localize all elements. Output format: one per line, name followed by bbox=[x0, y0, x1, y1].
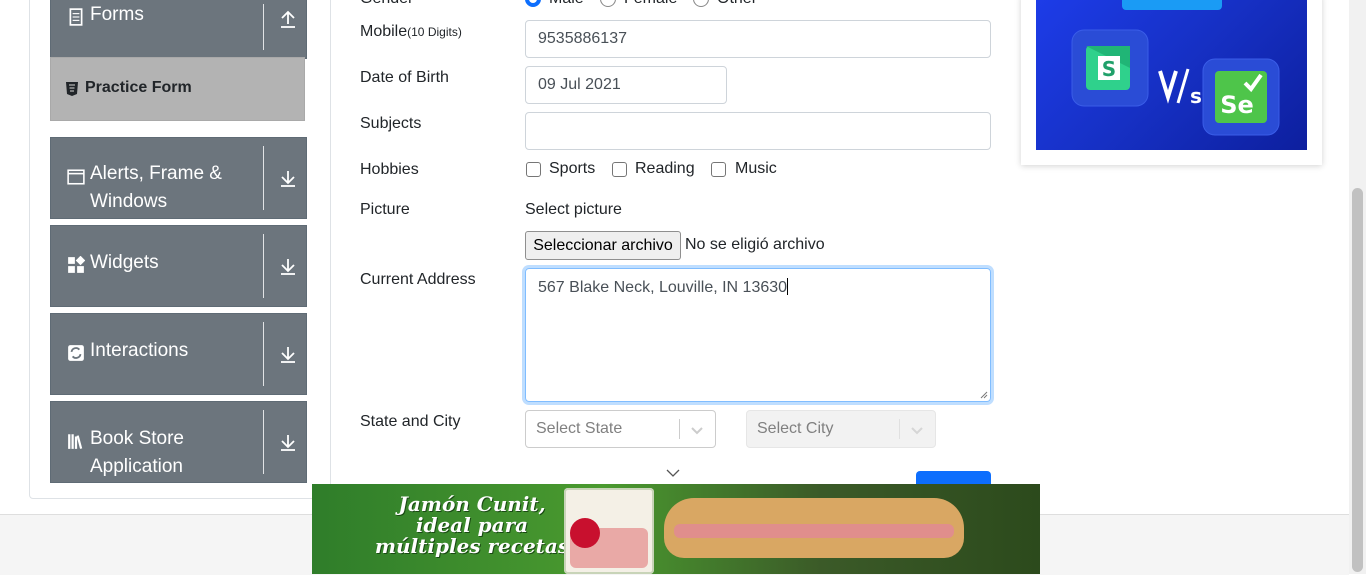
city-placeholder: Select City bbox=[757, 420, 834, 437]
divider bbox=[263, 410, 264, 474]
collapse-up-icon[interactable] bbox=[279, 9, 297, 29]
sandwich-image bbox=[664, 498, 964, 558]
mobile-value: 9535886137 bbox=[538, 30, 627, 47]
city-select[interactable]: Select City bbox=[746, 410, 936, 448]
address-value: 567 Blake Neck, Louville, IN 13630 bbox=[538, 279, 788, 296]
select-picture-text: Select picture bbox=[525, 201, 622, 218]
svg-text:Se: Se bbox=[1220, 91, 1254, 119]
hobby-reading-checkbox[interactable] bbox=[612, 162, 627, 177]
current-address-textarea[interactable]: 567 Blake Neck, Louville, IN 13630 bbox=[525, 268, 991, 402]
gender-radio-male[interactable] bbox=[525, 0, 541, 7]
selenium-logo-icon: Se bbox=[1202, 58, 1280, 136]
choose-file-button[interactable]: Seleccionar archivo bbox=[525, 231, 681, 260]
jamon-cunit-ad-banner[interactable]: Jamón Cunit, ideal para múltiples receta… bbox=[312, 484, 1040, 574]
divider bbox=[679, 419, 680, 439]
current-address-label: Current Address bbox=[360, 271, 476, 288]
mobile-label-text: Mobile bbox=[360, 23, 408, 40]
text-caret bbox=[787, 278, 789, 295]
sidebar-group-label: Forms bbox=[90, 4, 144, 25]
html5-icon bbox=[66, 82, 78, 96]
katalon-logo-icon: S bbox=[1071, 29, 1149, 107]
dob-label: Date of Birth bbox=[360, 69, 449, 86]
subjects-label: Subjects bbox=[360, 115, 422, 132]
banner-line: Jamón Cunit, bbox=[398, 492, 546, 516]
state-select[interactable]: Select State bbox=[525, 410, 716, 448]
sidebar-item-practice-form[interactable]: Practice Form bbox=[50, 57, 305, 121]
gender-option-label[interactable]: Other bbox=[717, 0, 757, 8]
page-scrollbar[interactable] bbox=[1349, 0, 1366, 574]
sidebar-group-label: Widgets bbox=[90, 252, 159, 273]
hobby-sports-checkbox[interactable] bbox=[526, 162, 541, 177]
svg-text:S: S bbox=[1102, 57, 1116, 81]
katalon-vs-selenium-ad-image[interactable]: S s Se bbox=[1036, 0, 1307, 150]
hobbies-label: Hobbies bbox=[360, 161, 419, 178]
divider bbox=[263, 4, 264, 50]
submit-button[interactable] bbox=[916, 471, 991, 484]
banner-slogan: Jamón Cunit, ideal para múltiples receta… bbox=[372, 494, 572, 557]
date-of-birth-input[interactable]: 09 Jul 2021 bbox=[525, 66, 727, 104]
mobile-label-hint: (10 Digits) bbox=[407, 25, 462, 39]
sidebar-group-widgets[interactable]: Widgets bbox=[50, 225, 307, 307]
gender-label: Gender bbox=[360, 0, 413, 8]
picture-label: Picture bbox=[360, 201, 410, 218]
chevron-down-icon bbox=[691, 427, 703, 435]
sidebar-group-interactions[interactable]: Interactions bbox=[50, 313, 307, 395]
versus-icon: s bbox=[1158, 68, 1202, 108]
books-icon bbox=[68, 434, 83, 449]
resize-grip-icon[interactable] bbox=[980, 391, 988, 399]
ham-package-image bbox=[564, 488, 654, 574]
interactions-icon bbox=[68, 345, 84, 361]
state-placeholder: Select State bbox=[536, 420, 623, 437]
gender-radio-other[interactable] bbox=[693, 0, 709, 7]
sidebar-group-forms[interactable]: Forms bbox=[50, 0, 307, 59]
sidebar-group-book-store[interactable]: Book Store Application bbox=[50, 401, 307, 483]
scrollbar-thumb[interactable] bbox=[1352, 188, 1363, 572]
expand-down-icon[interactable] bbox=[279, 256, 297, 276]
divider bbox=[263, 146, 264, 210]
divider bbox=[263, 234, 264, 298]
window-icon bbox=[67, 169, 85, 185]
banner-line: múltiples recetas bbox=[374, 534, 570, 558]
divider bbox=[263, 322, 264, 386]
divider bbox=[899, 419, 900, 439]
banner-line: ideal para bbox=[415, 513, 529, 537]
chevron-down-icon bbox=[911, 427, 923, 435]
sidebar-group-alerts[interactable]: Alerts, Frame & Windows bbox=[50, 137, 307, 219]
mobile-input[interactable]: 9535886137 bbox=[525, 20, 991, 58]
hobby-label[interactable]: Sports bbox=[549, 160, 595, 178]
hobby-label[interactable]: Reading bbox=[635, 160, 695, 178]
sidebar-group-label: Book Store Application bbox=[90, 428, 184, 477]
sidebar-group-label: Interactions bbox=[90, 340, 189, 361]
subjects-input[interactable] bbox=[525, 112, 991, 150]
file-status-text: No se eligió archivo bbox=[685, 236, 825, 253]
sidebar-item-label: Practice Form bbox=[85, 79, 192, 96]
mobile-label: Mobile(10 Digits) bbox=[360, 23, 462, 41]
gender-radio-female[interactable] bbox=[600, 0, 616, 7]
hobby-music-checkbox[interactable] bbox=[711, 162, 726, 177]
expand-down-icon[interactable] bbox=[279, 432, 297, 452]
ad-top-tab bbox=[1122, 0, 1222, 10]
state-city-label: State and City bbox=[360, 413, 461, 430]
expand-down-icon[interactable] bbox=[279, 344, 297, 364]
dob-value: 09 Jul 2021 bbox=[538, 76, 621, 93]
hobby-label[interactable]: Music bbox=[735, 160, 777, 178]
expand-down-icon[interactable] bbox=[279, 168, 297, 188]
sidebar-group-label: Alerts, Frame & Windows bbox=[90, 163, 222, 212]
chevron-down-icon bbox=[666, 469, 680, 477]
widgets-icon bbox=[68, 256, 85, 273]
gender-option-label[interactable]: Female bbox=[624, 0, 677, 8]
forms-icon bbox=[69, 8, 83, 26]
gender-option-label[interactable]: Male bbox=[549, 0, 584, 8]
